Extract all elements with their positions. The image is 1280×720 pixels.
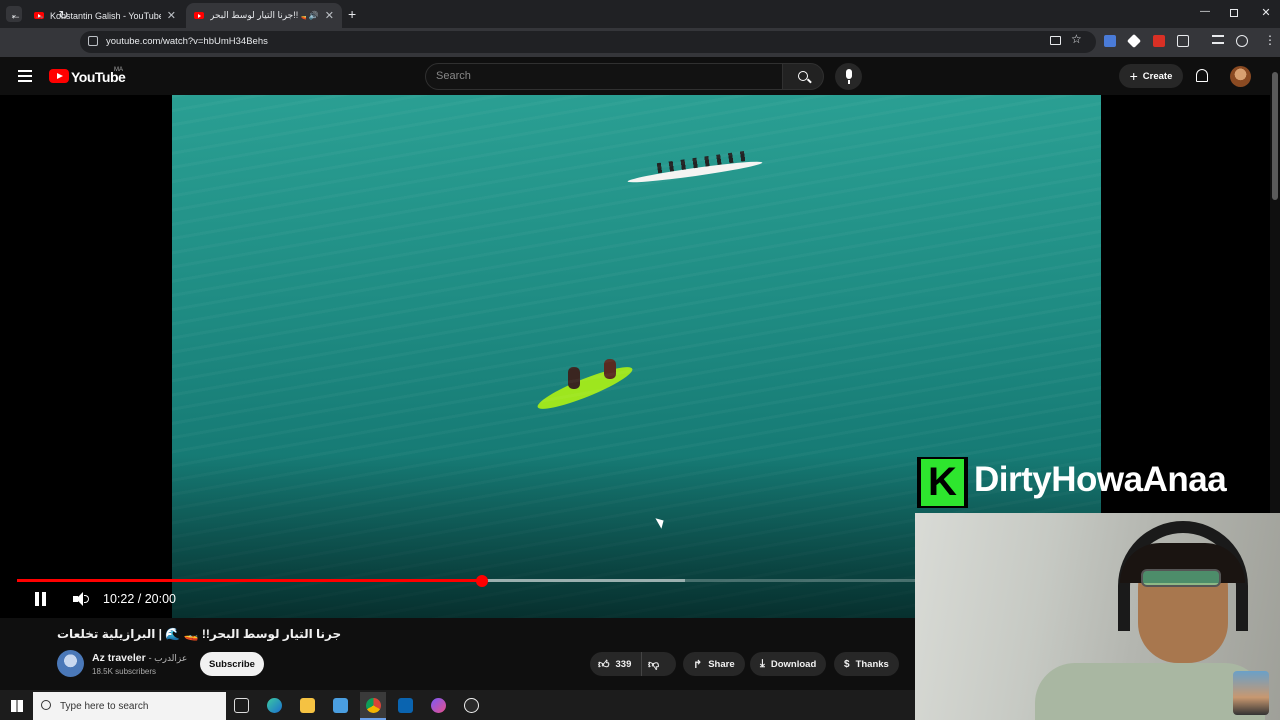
download-label: Download: [770, 658, 817, 670]
thanks-label: Thanks: [855, 658, 889, 670]
create-label: Create: [1142, 70, 1173, 82]
green-glasses-image: [1141, 569, 1221, 587]
voice-search-button[interactable]: [835, 63, 862, 90]
windows-start-icon[interactable]: [11, 700, 23, 712]
reload-icon[interactable]: ↻: [55, 6, 72, 23]
taskbar-search-placeholder: Type here to search: [60, 701, 149, 712]
microphone-icon: [845, 69, 852, 79]
download-icon: ⤓: [760, 657, 765, 670]
super-thanks-icon: $: [844, 658, 850, 670]
volume-icon[interactable]: [71, 590, 91, 608]
chrome-icon[interactable]: [366, 698, 381, 713]
plus-icon: +: [1129, 68, 1138, 84]
share-arrow-icon: ↱: [693, 658, 703, 671]
taskbar-search-box[interactable]: Type here to search: [33, 692, 226, 720]
messenger-icon[interactable]: [431, 698, 446, 713]
outlook-icon[interactable]: [398, 698, 413, 713]
minimize-window-button[interactable]: —: [1198, 6, 1212, 20]
scrollbar-thumb[interactable]: [1272, 72, 1278, 200]
forward-arrow-icon[interactable]: →: [31, 6, 48, 23]
search-placeholder: Search: [436, 70, 471, 82]
channel-name-arabic: - عزالدرب: [148, 653, 188, 663]
streamer-logo-icon: K: [917, 457, 968, 508]
search-button[interactable]: [782, 63, 824, 90]
youtube-logo-icon[interactable]: [49, 69, 69, 83]
audio-playing-icon[interactable]: 🔊: [309, 11, 319, 20]
country-code: MA: [114, 67, 123, 73]
cast-icon[interactable]: [1050, 36, 1061, 45]
like-dislike-group: 👍︎ 339 👎︎: [590, 652, 676, 676]
url-text[interactable]: youtube.com/watch?v=hbUmH34Behs: [106, 36, 268, 47]
channel-name[interactable]: Az traveler: [92, 652, 146, 664]
tab-konstantin[interactable]: Konstantin Galish - YouTube ✕: [26, 3, 184, 28]
back-arrow-icon[interactable]: ←: [7, 6, 24, 23]
search-icon: [41, 700, 51, 710]
download-button[interactable]: ⤓ Download: [750, 652, 827, 676]
search-input[interactable]: [425, 63, 783, 90]
thumbs-up-icon: 👍︎: [598, 658, 610, 671]
tab-active-video[interactable]: جرنا التيار لوسط البحر!! 🚤 🌊 🔊 ✕: [186, 3, 342, 28]
video-title: جرنا التيار لوسط البحر!! 🚤 🌊 | البرازيلي…: [57, 627, 342, 641]
close-tab-icon[interactable]: ✕: [167, 9, 176, 22]
sticker-avatar-image: [1233, 671, 1269, 715]
channel-avatar[interactable]: [57, 650, 84, 677]
share-button[interactable]: ↱ Share: [683, 652, 745, 676]
close-tab-icon[interactable]: ✕: [325, 9, 334, 22]
close-window-button[interactable]: ✕: [1260, 6, 1272, 20]
streamer-name: DirtyHowaAnaa: [974, 460, 1227, 499]
subscriber-count: 18.5K subscribers: [92, 667, 157, 676]
channel-name-row[interactable]: Az traveler - عزالدرب: [92, 652, 187, 664]
extensions-puzzle-icon[interactable]: [1177, 35, 1189, 47]
share-label: Share: [708, 658, 735, 670]
profile-icon[interactable]: [1236, 35, 1248, 47]
create-button[interactable]: + Create: [1119, 64, 1183, 88]
time-display: 10:22 / 20:00: [103, 592, 176, 606]
like-button[interactable]: 👍︎ 339: [590, 652, 642, 676]
youtube-favicon-icon: [194, 12, 204, 19]
streamer-logo-letter: K: [921, 459, 964, 506]
progress-played: [17, 579, 483, 582]
notifications-bell-icon[interactable]: [1196, 69, 1208, 82]
chrome-menu-icon[interactable]: ⋮: [1264, 33, 1276, 47]
webcam-feed: [915, 513, 1280, 720]
pause-icon[interactable]: [32, 591, 49, 608]
file-explorer-icon[interactable]: [300, 698, 315, 713]
new-tab-button[interactable]: +: [348, 6, 356, 22]
task-view-icon[interactable]: [234, 698, 249, 713]
restore-window-button[interactable]: [1230, 9, 1238, 17]
user-avatar[interactable]: [1230, 66, 1251, 87]
red-extension-icon[interactable]: [1153, 35, 1165, 47]
media-control-icon[interactable]: [1212, 35, 1224, 44]
site-info-icon[interactable]: [88, 36, 98, 46]
dislike-button[interactable]: 👎︎: [648, 652, 672, 676]
bookmark-star-icon[interactable]: ☆: [1071, 32, 1082, 46]
obs-studio-icon[interactable]: [464, 698, 479, 713]
microsoft-store-icon[interactable]: [333, 698, 348, 713]
subscribe-button[interactable]: Subscribe: [200, 652, 264, 676]
translate-extension-icon[interactable]: [1104, 35, 1116, 47]
like-count: 339: [615, 658, 632, 670]
thanks-button[interactable]: $ Thanks: [834, 652, 899, 676]
edge-browser-icon[interactable]: [267, 698, 282, 713]
thumbs-down-icon: 👎︎: [648, 658, 660, 671]
hamburger-menu-icon[interactable]: [18, 70, 32, 82]
